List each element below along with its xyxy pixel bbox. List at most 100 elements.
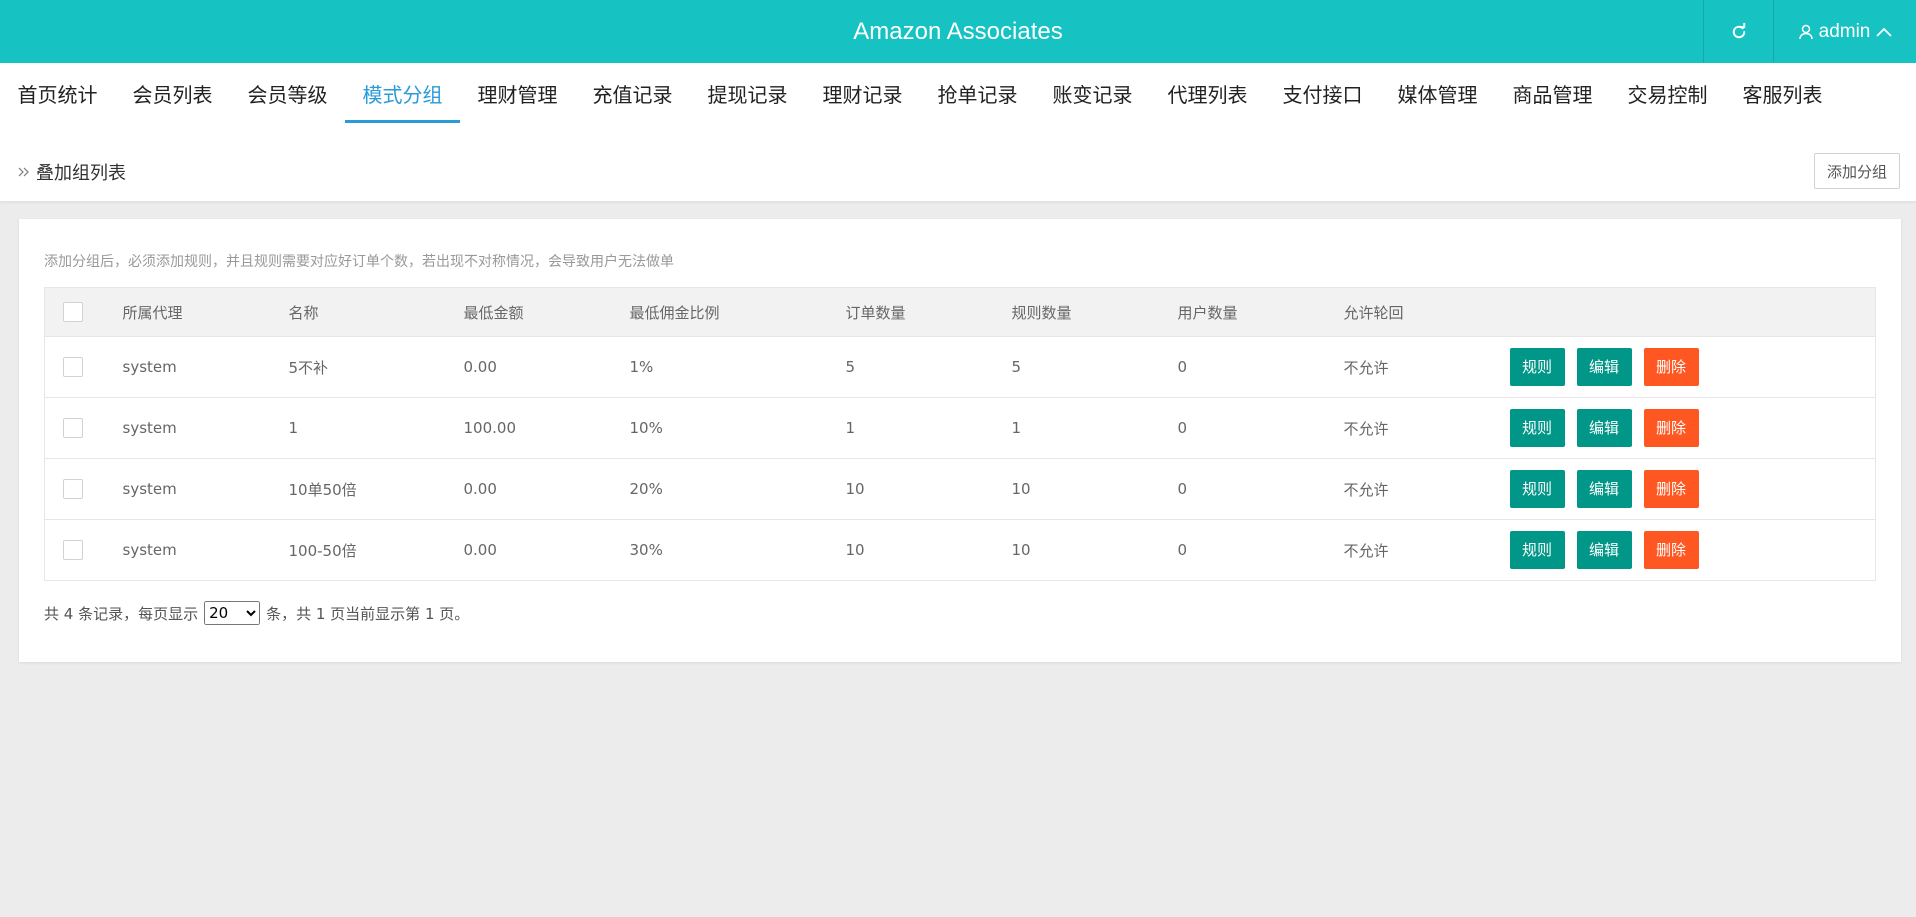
cell-orders: 10 (845, 458, 1012, 520)
tab-payment-interface[interactable]: 支付接口 (1265, 63, 1380, 120)
column-header: 用户数量 (1177, 287, 1344, 337)
group-table: 所属代理 名称 最低金额 最低佣金比例 订单数量 规则数量 用户数量 允许轮回 … (44, 287, 1876, 581)
cell-loop: 不允许 (1343, 458, 1510, 520)
cell-min-ratio: 30% (629, 519, 846, 581)
cell-orders: 1 (845, 397, 1012, 459)
cell-agent: system (122, 519, 289, 581)
cell-actions: 规则 编辑 删除 (1509, 397, 1876, 459)
select-all-checkbox[interactable] (63, 302, 83, 322)
column-header: 所属代理 (122, 287, 289, 337)
top-header: Amazon Associates admin (0, 0, 1916, 63)
delete-button[interactable]: 删除 (1643, 348, 1699, 386)
cell-users: 0 (1177, 519, 1344, 581)
tab-finance-management[interactable]: 理财管理 (460, 63, 575, 120)
cell-min-amount: 0.00 (463, 458, 630, 520)
column-header: 订单数量 (845, 287, 1012, 337)
cell-actions: 规则 编辑 删除 (1509, 458, 1876, 520)
rule-button[interactable]: 规则 (1509, 409, 1565, 447)
column-header: 最低金额 (463, 287, 630, 337)
notice-text: 添加分组后，必须添加规则，并且规则需要对应好订单个数，若出现不对称情况，会导致用… (44, 254, 674, 270)
tab-mode-groups[interactable]: 模式分组 (345, 63, 460, 123)
cell-loop: 不允许 (1343, 397, 1510, 459)
rule-button[interactable]: 规则 (1509, 348, 1565, 386)
row-checkbox[interactable] (63, 418, 83, 438)
breadcrumb: 叠加组列表 (18, 159, 126, 185)
page-size-select[interactable]: 20 (204, 601, 261, 625)
row-select-cell (44, 336, 123, 398)
table-row: system 100-50倍 0.00 30% 10 10 0 不允许 规则 编辑… (44, 519, 1876, 581)
tab-recharge-records[interactable]: 充值记录 (575, 63, 690, 120)
cell-min-amount: 0.00 (463, 519, 630, 581)
actions-header (1509, 287, 1876, 337)
column-header: 规则数量 (1011, 287, 1178, 337)
refresh-icon (1732, 22, 1746, 38)
tab-balance-change-records[interactable]: 账变记录 (1035, 63, 1150, 120)
column-header: 允许轮回 (1343, 287, 1510, 337)
delete-button[interactable]: 删除 (1643, 409, 1699, 447)
cell-name: 5不补 (288, 336, 464, 398)
cell-min-amount: 0.00 (463, 336, 630, 398)
cell-min-ratio: 10% (629, 397, 846, 459)
table-header-row: 所属代理 名称 最低金额 最低佣金比例 订单数量 规则数量 用户数量 允许轮回 (44, 287, 1876, 337)
delete-button[interactable]: 删除 (1643, 531, 1699, 569)
edit-button[interactable]: 编辑 (1576, 470, 1632, 508)
row-select-cell (44, 397, 123, 459)
row-select-cell (44, 458, 123, 520)
tab-finance-records[interactable]: 理财记录 (805, 63, 920, 120)
chevron-up-icon (1876, 27, 1893, 37)
cell-users: 0 (1177, 397, 1344, 459)
rule-button[interactable]: 规则 (1509, 470, 1565, 508)
breadcrumb-bar: 叠加组列表 添加分组 (0, 123, 1916, 202)
user-icon (1798, 24, 1813, 39)
tab-media-management[interactable]: 媒体管理 (1380, 63, 1495, 120)
tab-members[interactable]: 会员列表 (115, 63, 230, 120)
group-list-panel: 添加分组后，必须添加规则，并且规则需要对应好订单个数，若出现不对称情况，会导致用… (19, 219, 1901, 662)
cell-agent: system (122, 458, 289, 520)
tab-customer-service[interactable]: 客服列表 (1725, 63, 1840, 120)
cell-agent: system (122, 397, 289, 459)
row-checkbox[interactable] (63, 479, 83, 499)
tab-member-levels[interactable]: 会员等级 (230, 63, 345, 120)
user-name: admin (1818, 20, 1871, 42)
tab-product-management[interactable]: 商品管理 (1495, 63, 1610, 120)
row-checkbox[interactable] (63, 357, 83, 377)
cell-orders: 5 (845, 336, 1012, 398)
pagination-status: 条，共 1 页当前显示第 1 页。 (266, 604, 470, 623)
app-title: Amazon Associates (853, 18, 1063, 45)
refresh-button[interactable] (1703, 0, 1774, 63)
cell-rules: 5 (1011, 336, 1178, 398)
table-row: system 1 100.00 10% 1 1 0 不允许 规则 编辑 删除 (44, 397, 1876, 459)
pagination-summary: 共 4 条记录，每页显示 (44, 604, 199, 623)
select-all-cell (44, 287, 123, 337)
cell-min-ratio: 1% (629, 336, 846, 398)
tab-withdraw-records[interactable]: 提现记录 (690, 63, 805, 120)
main-nav: 首页统计 会员列表 会员等级 模式分组 理财管理 充值记录 提现记录 理财记录 … (0, 63, 1916, 123)
cell-rules: 10 (1011, 458, 1178, 520)
tab-agent-list[interactable]: 代理列表 (1150, 63, 1265, 120)
edit-button[interactable]: 编辑 (1576, 531, 1632, 569)
delete-button[interactable]: 删除 (1643, 470, 1699, 508)
cell-min-ratio: 20% (629, 458, 846, 520)
add-group-button[interactable]: 添加分组 (1814, 153, 1900, 189)
tab-trade-control[interactable]: 交易控制 (1610, 63, 1725, 120)
cell-actions: 规则 编辑 删除 (1509, 519, 1876, 581)
tab-dashboard[interactable]: 首页统计 (0, 63, 115, 120)
cell-name: 1 (288, 397, 464, 459)
cell-actions: 规则 编辑 删除 (1509, 336, 1876, 398)
cell-orders: 10 (845, 519, 1012, 581)
column-header: 最低佣金比例 (629, 287, 846, 337)
tab-grab-order-records[interactable]: 抢单记录 (920, 63, 1035, 120)
cell-name: 100-50倍 (288, 519, 464, 581)
breadcrumb-label: 叠加组列表 (36, 163, 126, 184)
edit-button[interactable]: 编辑 (1576, 409, 1632, 447)
cell-loop: 不允许 (1343, 336, 1510, 398)
cell-rules: 10 (1011, 519, 1178, 581)
cell-rules: 1 (1011, 397, 1178, 459)
edit-button[interactable]: 编辑 (1576, 348, 1632, 386)
user-menu[interactable]: admin (1773, 0, 1916, 63)
cell-min-amount: 100.00 (463, 397, 630, 459)
cell-loop: 不允许 (1343, 519, 1510, 581)
pagination: 共 4 条记录，每页显示 20 条，共 1 页当前显示第 1 页。 (44, 601, 469, 625)
row-checkbox[interactable] (63, 540, 83, 560)
rule-button[interactable]: 规则 (1509, 531, 1565, 569)
